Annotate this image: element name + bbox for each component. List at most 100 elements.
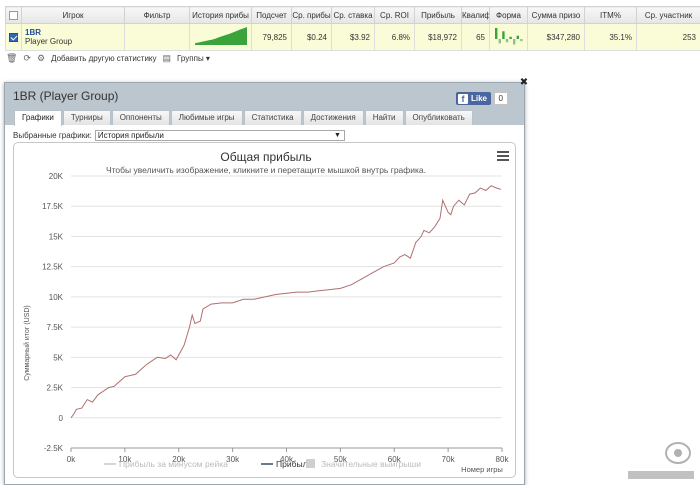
panel-header: 1BR (Player Group) f Like 0 ✖ Графики Тур… — [5, 77, 528, 126]
column-header[interactable]: История прибы — [189, 6, 252, 24]
trash-icon[interactable]: 🗑 — [6, 53, 17, 64]
column-header[interactable]: Сумма призо — [527, 6, 585, 24]
sparkline-area — [194, 27, 247, 45]
screenshot-watermark-logo — [628, 442, 694, 479]
table-toolbar: 🗑 ⟳ ⚙ Добавить другую статистику ▤ Групп… — [6, 52, 210, 64]
facebook-like-button[interactable]: f Like — [455, 92, 491, 105]
chart-title: Общая прибыль — [220, 150, 311, 164]
player-panel: 1BR (Player Group) f Like 0 ✖ Графики Тур… — [4, 77, 528, 485]
x-tick-label: 80k — [496, 455, 510, 464]
profit-history-sparkline-cell — [189, 23, 252, 51]
y-tick-label: 0 — [59, 414, 64, 423]
y-tick-label: 12.5K — [42, 263, 64, 272]
player-group-label: Player Group — [25, 37, 73, 46]
column-header[interactable]: Игрок — [21, 6, 125, 24]
row-checkbox[interactable] — [9, 32, 18, 42]
y-tick-label: 10K — [49, 293, 64, 302]
profit-chart[interactable]: -2.5K02.5K5K7.5K10K12.5K15K17.5K20K 0k 10… — [14, 143, 516, 478]
form-cell — [489, 23, 528, 51]
dropdown-arrow-icon: ▼ — [333, 132, 341, 139]
legend-item[interactable]: Значительные выигрыши — [306, 459, 421, 469]
y-tick-label: 5K — [53, 353, 63, 362]
form-bars — [494, 28, 523, 45]
legend-label: Прибыль за минусом рейка — [119, 459, 228, 469]
groups-dropdown[interactable]: Группы ▾ — [177, 54, 210, 63]
tab-6[interactable]: Найти — [364, 110, 404, 125]
y-tick-label: 20K — [49, 172, 64, 181]
avg-profit-cell: $0.24 — [291, 23, 332, 51]
groups-icon: ▤ — [162, 52, 172, 63]
chart-select[interactable]: История прибыли ▼ — [94, 130, 345, 141]
panel-title: 1BR (Player Group) — [13, 89, 119, 103]
legend-label: Значительные выигрыши — [321, 459, 421, 469]
profit-sparkline — [194, 27, 247, 45]
qualif-cell: 65 — [461, 23, 490, 51]
column-header[interactable]: Ср. прибы — [291, 6, 332, 24]
column-header[interactable]: ITM% — [584, 6, 637, 24]
table-row[interactable]: 1BR Player Group 79,825 $0.24 $3.92 6.8%… — [5, 23, 700, 51]
y-tick-label: 17.5K — [42, 202, 64, 211]
form-bar — [501, 31, 505, 39]
chart-subtitle: Чтобы увеличить изображение, кликните и … — [106, 165, 426, 175]
form-bar — [508, 36, 512, 39]
legend-swatch — [306, 459, 315, 468]
column-header[interactable]: Ср. участник — [636, 6, 700, 24]
column-header[interactable]: Прибыль — [414, 6, 462, 24]
form-bar — [512, 39, 515, 45]
profit-series-line — [70, 185, 502, 419]
column-header[interactable]: Фильтр — [124, 6, 190, 24]
row-select-cell[interactable] — [5, 23, 22, 51]
player-stats-table: Игрок Фильтр История прибы Подсчет Ср. п… — [5, 6, 700, 51]
avg-entrants-cell: 253 — [636, 23, 700, 51]
chart-container[interactable]: -2.5K 0 2.5K 5K 7.5K 10K 12.5K 15K 17.5K 20K 0k 10… — [13, 142, 516, 478]
avg-roi-cell: 6.8% — [374, 23, 415, 51]
y-tick-label: 15K — [49, 232, 64, 241]
close-icon[interactable]: ✖ — [518, 77, 530, 89]
add-statistic-button[interactable]: Добавить другую статистику — [51, 54, 156, 63]
y-tick-label: 2.5K — [47, 384, 64, 393]
chart-selector-row: Выбранные графики: История прибыли ▼ — [13, 130, 345, 141]
column-header[interactable]: Подсчет — [251, 6, 292, 24]
x-tick-label: 30k — [226, 455, 240, 464]
form-bar — [494, 28, 497, 39]
player-name-link[interactable]: 1BR — [25, 28, 120, 37]
form-bar — [516, 35, 519, 39]
y-tick-label: 7.5K — [47, 323, 64, 332]
form-bar — [505, 39, 508, 43]
x-tick-label: 70k — [442, 455, 456, 464]
tab-1[interactable]: Турниры — [62, 110, 111, 125]
column-header[interactable]: Ср. ставка — [331, 6, 375, 24]
y-axis-title: Суммарный итог (USD) — [23, 305, 31, 381]
tab-0[interactable]: Графики — [14, 110, 62, 126]
tab-3[interactable]: Любимые игры — [170, 110, 243, 125]
itm-cell: 35.1% — [584, 23, 637, 51]
column-header[interactable]: Форма — [489, 6, 528, 24]
tab-4[interactable]: Статистика — [243, 110, 302, 125]
groups-label: Группы — [177, 53, 204, 63]
select-all-checkbox[interactable] — [9, 10, 18, 20]
facebook-like-label: Like — [470, 94, 487, 103]
legend-item[interactable]: Прибыль за минусом рейка — [104, 459, 228, 469]
form-bar — [498, 39, 501, 44]
chart-legend: Прибыль за минусом рейка Прибыль Значитель… — [104, 459, 421, 469]
count-cell: 79,825 — [251, 23, 292, 51]
chart-menu-icon[interactable] — [497, 151, 509, 161]
select-all-header[interactable] — [5, 6, 22, 24]
prize-sum-cell: $347,280 — [527, 23, 585, 51]
player-cell[interactable]: 1BR Player Group — [21, 23, 125, 51]
x-axis-title: Номер игры — [461, 465, 503, 474]
refresh-icon[interactable]: ⟳ — [23, 53, 31, 64]
panel-tabs: Графики Турниры Оппоненты Любимые игры Стати… — [14, 110, 473, 126]
y-tick-label: -2.5K — [44, 444, 64, 453]
column-header[interactable]: Ср. ROI — [374, 6, 415, 24]
column-header[interactable]: Квалиф — [461, 6, 490, 24]
filter-cell — [124, 23, 190, 51]
tab-7[interactable]: Опубликовать — [404, 110, 473, 125]
x-tick-label: 0k — [67, 455, 76, 464]
chevron-down-icon: ▾ — [205, 53, 210, 63]
legend-item[interactable]: Прибыль — [261, 459, 313, 469]
settings-icon[interactable]: ⚙ — [37, 53, 45, 64]
tab-5[interactable]: Достижения — [302, 110, 364, 125]
table-header-row: Игрок Фильтр История прибы Подсчет Ср. п… — [5, 6, 700, 24]
tab-2[interactable]: Оппоненты — [111, 110, 170, 125]
